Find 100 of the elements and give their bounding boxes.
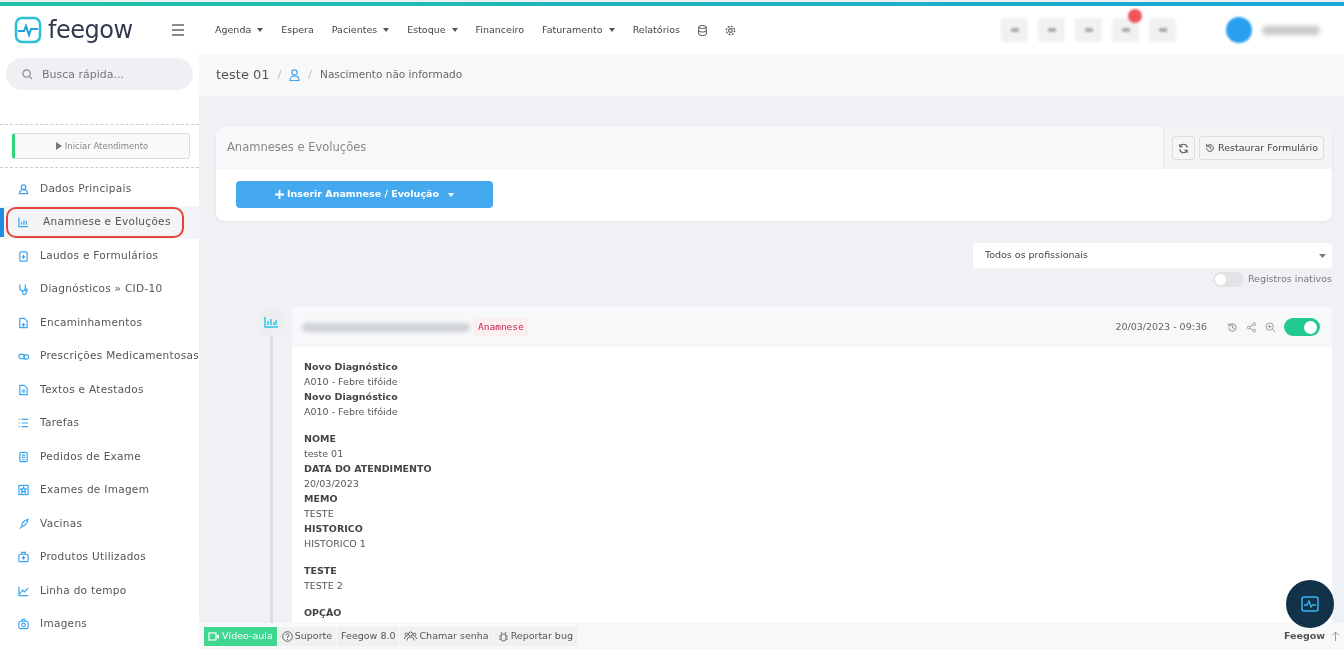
search-field[interactable]: Busca rápida... bbox=[6, 58, 193, 90]
sidebar-item[interactable]: Prescrições Medicamentosas bbox=[0, 339, 199, 373]
nav-link[interactable]: Relatórios bbox=[632, 22, 680, 38]
record-active-toggle[interactable] bbox=[1284, 318, 1320, 336]
caret-icon bbox=[383, 28, 390, 32]
sidebar-item[interactable]: Linha do tempo bbox=[0, 574, 199, 608]
blurred-icon bbox=[1047, 28, 1056, 32]
field-value: 20/03/2023 bbox=[304, 477, 359, 491]
nav-link[interactable]: Estoque bbox=[407, 22, 458, 38]
sidebar-item-icon bbox=[18, 383, 29, 396]
sidebar-item[interactable]: Textos e Atestados bbox=[0, 373, 199, 407]
sidebar-item[interactable]: Exames de Imagem bbox=[0, 473, 199, 507]
toolbar-button[interactable] bbox=[1112, 18, 1139, 42]
footer-button[interactable]: Chamar senha bbox=[400, 626, 493, 646]
field-value: TESTE 2 bbox=[304, 579, 343, 593]
professional-select[interactable]: Todos os profissionais bbox=[973, 243, 1332, 268]
blurred-icon bbox=[1010, 28, 1019, 32]
card-title: Anamneses e Evoluções bbox=[227, 139, 367, 157]
sidebar-item-icon bbox=[18, 417, 29, 430]
toolbar-button[interactable] bbox=[1075, 18, 1102, 42]
plus-icon bbox=[275, 190, 284, 199]
caret-icon bbox=[257, 28, 264, 32]
share-icon[interactable] bbox=[1246, 321, 1257, 333]
field-label: TESTE bbox=[304, 564, 337, 578]
nav-link[interactable]: Agenda bbox=[215, 22, 264, 38]
sidebar-item[interactable]: Vacinas bbox=[0, 507, 199, 541]
history-icon bbox=[1205, 143, 1216, 153]
sidebar-item[interactable]: Imagens bbox=[0, 607, 199, 641]
toggle-label: Registros inativos bbox=[1247, 272, 1332, 287]
footer-brand: Feegow bbox=[1283, 628, 1325, 643]
restore-form-button[interactable]: Restaurar Formulário bbox=[1199, 136, 1324, 160]
field-label: Novo Diagnóstico bbox=[304, 360, 398, 374]
scroll-up-icon[interactable] bbox=[1331, 631, 1340, 641]
field-value: A010 - Febre tifóide bbox=[304, 375, 398, 389]
nav-link[interactable]: Faturamento bbox=[542, 22, 615, 38]
sidebar-item-icon bbox=[18, 283, 29, 296]
nav-link[interactable]: Pacientes bbox=[331, 22, 390, 38]
sidebar-item[interactable]: Produtos Utilizados bbox=[0, 540, 199, 574]
footer-button[interactable]: Reportar bug bbox=[493, 626, 577, 646]
sidebar-item[interactable]: Tarefas bbox=[0, 406, 199, 440]
nav-link[interactable]: Financeiro bbox=[475, 22, 525, 38]
field-value: HISTORICO 1 bbox=[304, 537, 366, 551]
logo-icon bbox=[14, 16, 42, 44]
footer-button[interactable]: Suporte bbox=[277, 626, 337, 646]
notification-badge bbox=[1128, 9, 1142, 23]
nav-link[interactable]: Espera bbox=[281, 22, 314, 38]
zoom-in-icon[interactable] bbox=[1265, 321, 1276, 333]
bug-icon bbox=[497, 630, 509, 642]
menu-icon[interactable] bbox=[171, 24, 185, 36]
sidebar-item-icon bbox=[18, 551, 29, 564]
blurred-icon bbox=[1084, 28, 1093, 32]
sidebar-item-icon bbox=[18, 584, 29, 597]
blurred-icon bbox=[1121, 28, 1130, 32]
help-icon bbox=[281, 630, 293, 642]
toolbar-button[interactable] bbox=[1149, 18, 1176, 42]
sidebar-item[interactable]: Laudos e Formulários bbox=[0, 239, 199, 273]
patient-name[interactable]: teste 01 bbox=[216, 65, 270, 85]
sidebar-item-icon bbox=[18, 484, 29, 497]
search-icon bbox=[22, 69, 33, 80]
sidebar-item-icon bbox=[18, 182, 29, 195]
database-icon[interactable] bbox=[697, 24, 707, 36]
logo-text[interactable]: feegow bbox=[48, 12, 133, 48]
toolbar-button[interactable] bbox=[1001, 18, 1028, 42]
field-value: TESTE bbox=[304, 507, 334, 521]
people-icon bbox=[404, 631, 418, 641]
sidebar-item[interactable]: Diagnósticos » CID-10 bbox=[0, 272, 199, 306]
field-label: MEMO bbox=[304, 492, 338, 506]
field-label: DATA DO ATENDIMENTO bbox=[304, 462, 432, 476]
settings-icon[interactable] bbox=[724, 24, 736, 36]
sidebar-item[interactable]: Anamnese e Evoluções bbox=[0, 205, 199, 239]
sidebar-item[interactable]: Encaminhamentos bbox=[0, 306, 199, 340]
caret-icon bbox=[447, 192, 454, 197]
history-icon[interactable] bbox=[1227, 321, 1238, 333]
blurred-icon bbox=[1158, 28, 1167, 32]
field-value: A010 - Febre tifóide bbox=[304, 405, 398, 419]
sidebar-item[interactable]: Dados Principais bbox=[0, 172, 199, 206]
toolbar-button[interactable] bbox=[1038, 18, 1065, 42]
sidebar-item[interactable]: Pedidos de Exame bbox=[0, 440, 199, 474]
refresh-icon bbox=[1178, 142, 1190, 154]
sidebar-item-icon bbox=[18, 517, 29, 530]
field-label: HISTORICO bbox=[304, 522, 363, 536]
blurred-username bbox=[1262, 25, 1320, 35]
caret-icon bbox=[608, 28, 615, 32]
breadcrumb-separator: / bbox=[277, 66, 282, 83]
footer-button[interactable]: Feegow 8.0 bbox=[337, 626, 400, 646]
sidebar-item-icon bbox=[18, 618, 29, 631]
record-type-icon bbox=[257, 308, 285, 336]
user-avatar[interactable] bbox=[1226, 17, 1252, 43]
sidebar-item-icon bbox=[18, 316, 29, 329]
video-icon bbox=[208, 631, 220, 641]
start-button[interactable]: Iniciar Atendimento bbox=[12, 133, 190, 159]
refresh-button[interactable] bbox=[1172, 136, 1196, 160]
sidebar-item-icon bbox=[18, 450, 29, 463]
sidebar-item-icon bbox=[18, 216, 29, 229]
record-type-tag: Anamnese bbox=[474, 317, 528, 337]
sidebar-item-icon bbox=[18, 249, 29, 262]
field-label: NOME bbox=[304, 432, 336, 446]
field-label: OPÇÃO bbox=[304, 606, 342, 620]
field-value: teste 01 bbox=[304, 447, 344, 461]
play-icon bbox=[55, 142, 62, 150]
